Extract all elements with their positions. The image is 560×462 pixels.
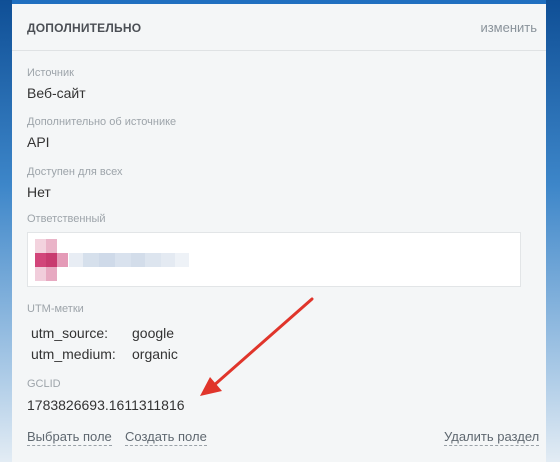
desktop-background-left: [0, 0, 12, 462]
additional-section-card: ДОПОЛНИТЕЛЬНО изменить Источник Веб-сайт…: [12, 4, 546, 462]
desktop-background-right: [546, 0, 560, 462]
annotation-arrow: [200, 297, 314, 396]
